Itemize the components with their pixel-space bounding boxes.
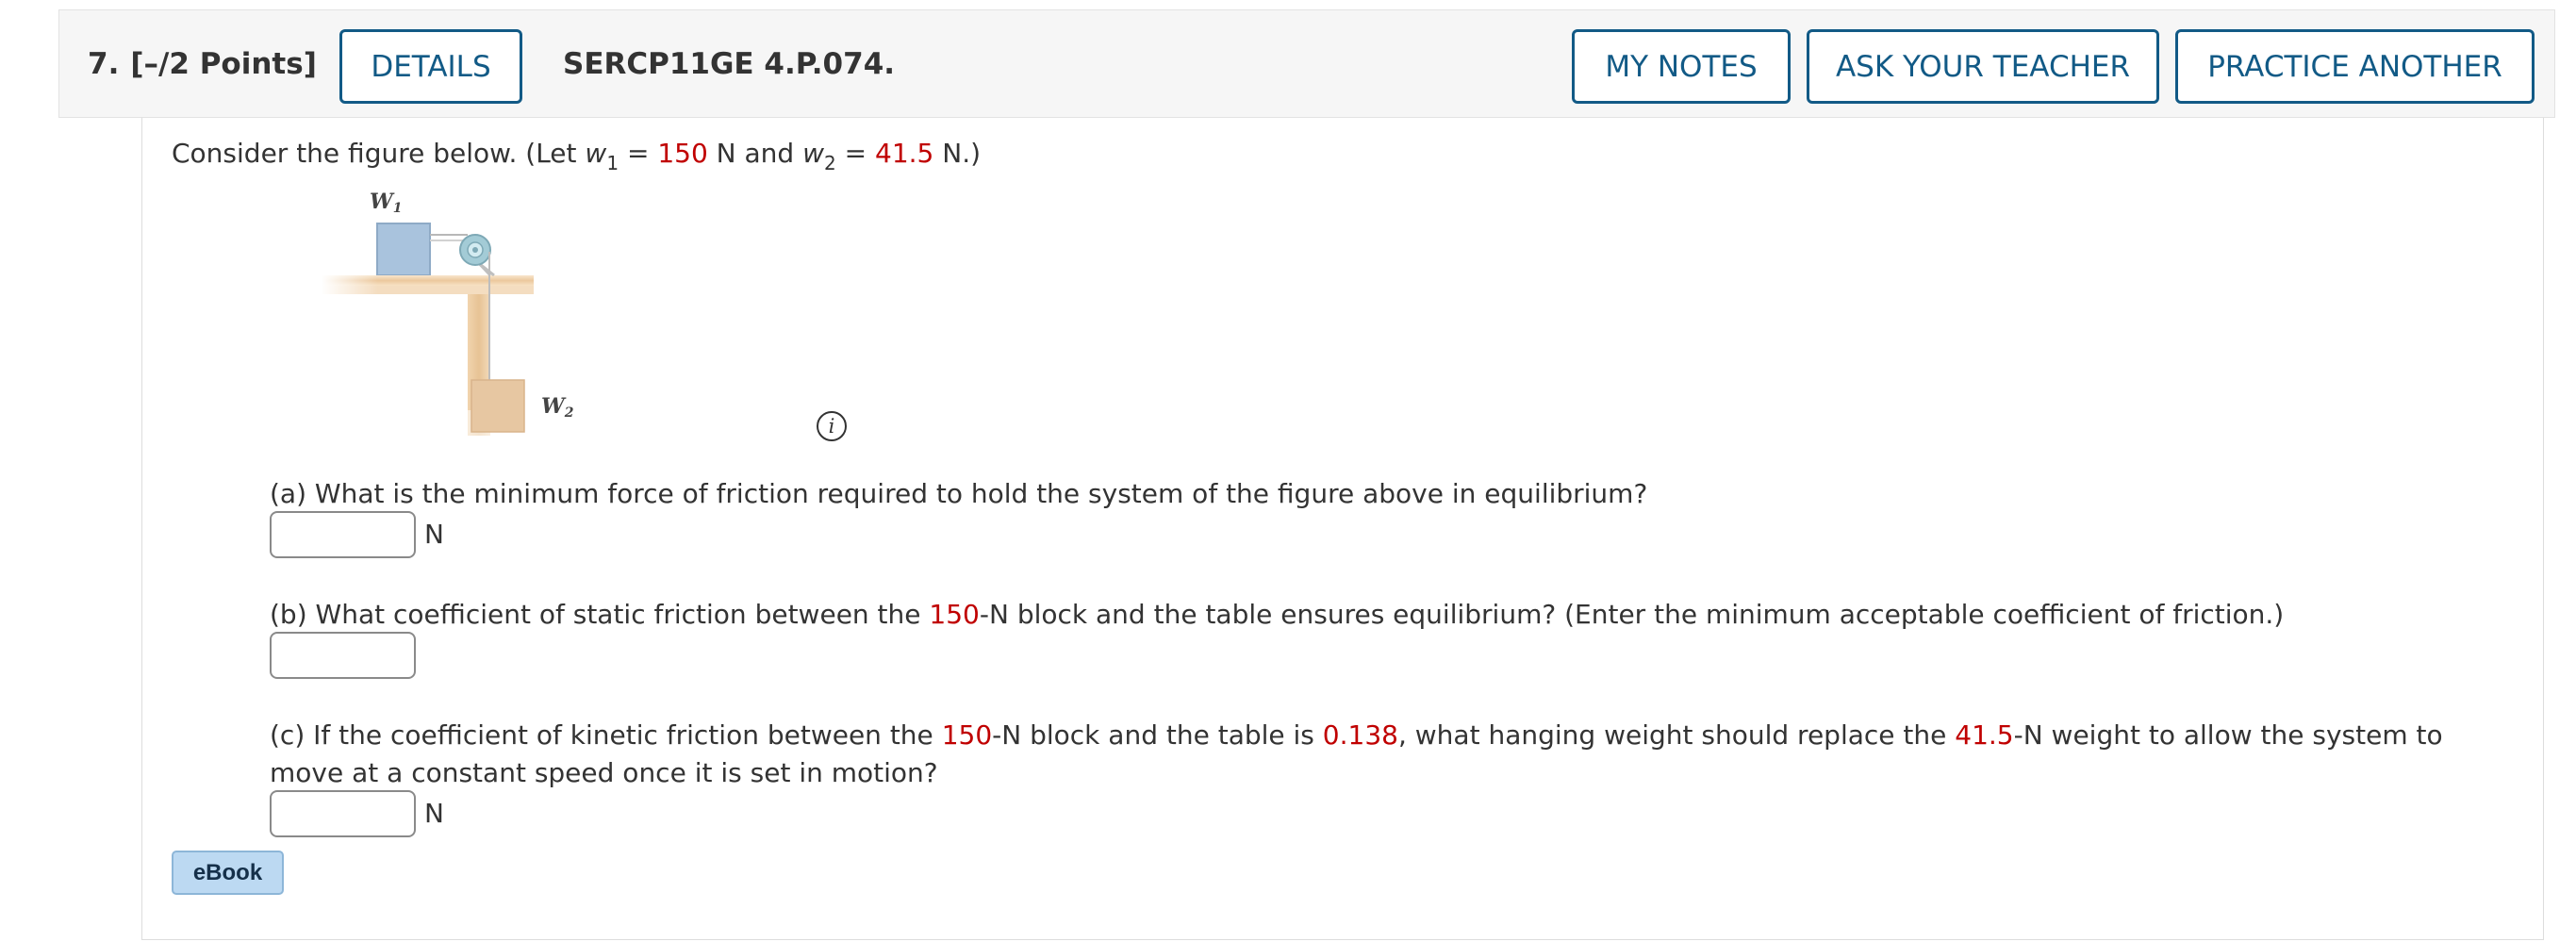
answer-a-input[interactable] (270, 511, 416, 558)
w2-label: W2 (541, 394, 574, 421)
question-a-text: (a) What is the minimum force of frictio… (270, 478, 1648, 509)
ebook-button[interactable]: eBook (172, 851, 284, 895)
answer-c-unit: N (424, 798, 444, 829)
points-label: [–/2 Points] (130, 47, 317, 81)
intro-text: Consider the figure below. (Let w1 = 150… (172, 138, 982, 174)
question-number: 7. [–/2 Points] (88, 47, 317, 81)
w1-value: 150 (657, 138, 708, 169)
my-notes-button[interactable]: MY NOTES (1572, 29, 1791, 104)
block-w2 (471, 379, 525, 433)
block-w1 (376, 223, 431, 276)
practice-another-button[interactable]: PRACTICE ANOTHER (2175, 29, 2535, 104)
question-b-text: (b) What coefficient of static friction … (270, 599, 2285, 630)
question-header: 7. [–/2 Points] DETAILS SERCP11GE 4.P.074… (58, 9, 2555, 118)
answer-a-unit: N (424, 519, 444, 550)
answer-c-input[interactable] (270, 790, 416, 837)
ask-your-teacher-button[interactable]: ASK YOUR TEACHER (1807, 29, 2159, 104)
question-code: SERCP11GE 4.P.074. (563, 47, 896, 81)
question-c-text: (c) If the coefficient of kinetic fricti… (270, 719, 2443, 788)
question-body: Consider the figure below. (Let w1 = 150… (141, 118, 2544, 940)
w2-value: 41.5 (875, 138, 934, 169)
details-button[interactable]: DETAILS (339, 29, 522, 104)
info-icon[interactable]: i (817, 411, 847, 441)
w1-label: W1 (370, 190, 402, 216)
answer-b-input[interactable] (270, 632, 416, 679)
